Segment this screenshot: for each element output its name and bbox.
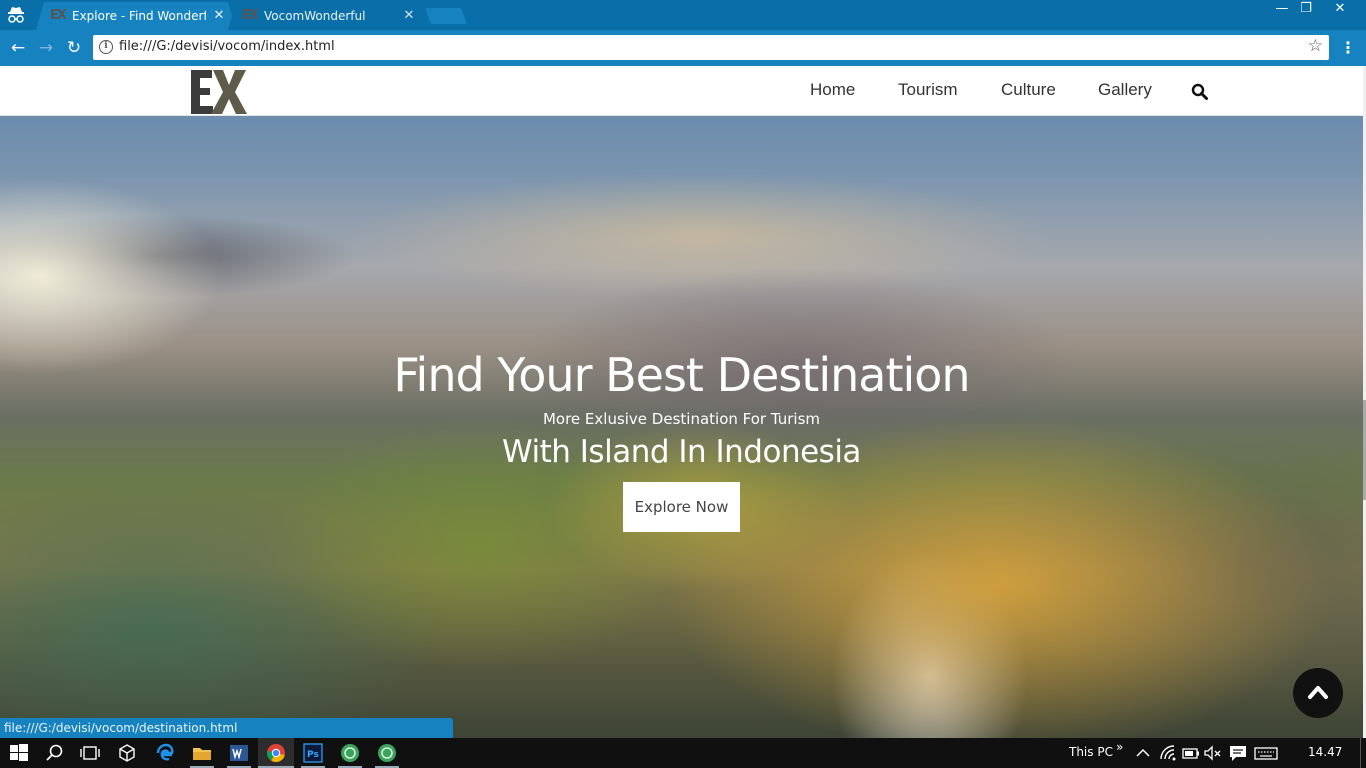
reload-icon[interactable]: ↻ (63, 38, 85, 58)
show-desktop-button[interactable] (1360, 738, 1366, 768)
close-window-button[interactable]: ✕ (1325, 0, 1355, 20)
hero-title: Find Your Best Destination (393, 348, 970, 402)
bookmark-star-icon[interactable]: ☆ (1308, 36, 1323, 56)
word-icon[interactable] (229, 743, 249, 763)
site-header: Home Tourism Culture Gallery (0, 66, 1363, 116)
svg-text:Ps: Ps (307, 750, 319, 760)
forward-icon[interactable]: → (35, 38, 57, 58)
clock-time[interactable]: 14.47 (1308, 745, 1342, 759)
back-icon[interactable]: ← (7, 38, 29, 58)
tray-this-pc-label[interactable]: This PC (1069, 745, 1113, 759)
incognito-icon (8, 7, 24, 23)
hero-tagline: With Island In Indonesia (502, 434, 861, 470)
volume-muted-icon[interactable] (1203, 743, 1223, 763)
search-icon[interactable] (1191, 83, 1209, 101)
wifi-icon[interactable] (1158, 743, 1178, 763)
tab-title: Explore - Find Wonderful (72, 9, 206, 23)
task-view-icon[interactable] (80, 743, 100, 763)
edge-browser-icon[interactable] (155, 743, 175, 763)
windows-start-icon[interactable] (9, 743, 29, 763)
hero-background-image (0, 66, 1363, 738)
address-url[interactable]: file:///G:/devisi/vocom/index.html (119, 39, 335, 54)
tray-chevron-icon[interactable]: » (1116, 740, 1123, 754)
tab-vocomwonderful[interactable]: EX VocomWonderful ✕ (228, 2, 426, 30)
nav-gallery[interactable]: Gallery (1098, 80, 1152, 100)
keyboard-icon[interactable] (1254, 743, 1278, 763)
battery-icon[interactable] (1181, 743, 1201, 763)
browser-menu-icon[interactable]: ⋮ (1340, 36, 1356, 60)
tab-title: VocomWonderful (264, 9, 366, 23)
chevron-up-icon (1308, 686, 1328, 699)
new-tab-button[interactable] (425, 8, 467, 24)
photoshop-icon[interactable]: Ps (303, 743, 323, 763)
app-green-icon[interactable] (340, 743, 360, 763)
tab-close-icon[interactable]: ✕ (402, 8, 416, 23)
3d-box-icon[interactable] (117, 743, 137, 763)
tab-close-icon[interactable]: ✕ (212, 8, 226, 23)
page-viewport: Home Tourism Culture Gallery Find Your B… (0, 66, 1366, 738)
app-green-icon-2[interactable] (377, 743, 397, 763)
browser-window: EX Explore - Find Wonderful ✕ EX VocomWo… (0, 0, 1366, 738)
status-bar-url: file:///G:/devisi/vocom/destination.html (0, 718, 453, 738)
tab-strip: EX Explore - Find Wonderful ✕ EX VocomWo… (0, 0, 1366, 30)
action-center-icon[interactable] (1228, 743, 1248, 763)
explore-now-button[interactable]: Explore Now (623, 482, 740, 532)
file-explorer-icon[interactable] (192, 743, 212, 763)
search-taskbar-icon[interactable] (45, 743, 65, 763)
show-hidden-icons[interactable] (1133, 743, 1153, 763)
tab-favicon: EX (50, 8, 67, 23)
hero-subtitle: More Exlusive Destination For Turism (542, 410, 821, 428)
windows-taskbar: Ps This PC » 14.47 (0, 738, 1366, 768)
scroll-to-top-button[interactable] (1293, 668, 1343, 718)
site-logo[interactable] (191, 68, 247, 115)
nav-culture[interactable]: Culture (1001, 80, 1056, 100)
chrome-icon[interactable] (266, 743, 286, 763)
tab-explore[interactable]: EX Explore - Find Wonderful ✕ (36, 2, 236, 30)
nav-home[interactable]: Home (810, 80, 855, 100)
info-icon[interactable]: i (99, 40, 113, 54)
address-bar[interactable]: i file:///G:/devisi/vocom/index.html ☆ (93, 35, 1329, 60)
restore-button[interactable]: ❐ (1291, 0, 1321, 20)
nav-tourism[interactable]: Tourism (898, 80, 958, 100)
tab-favicon: EX (242, 8, 259, 23)
